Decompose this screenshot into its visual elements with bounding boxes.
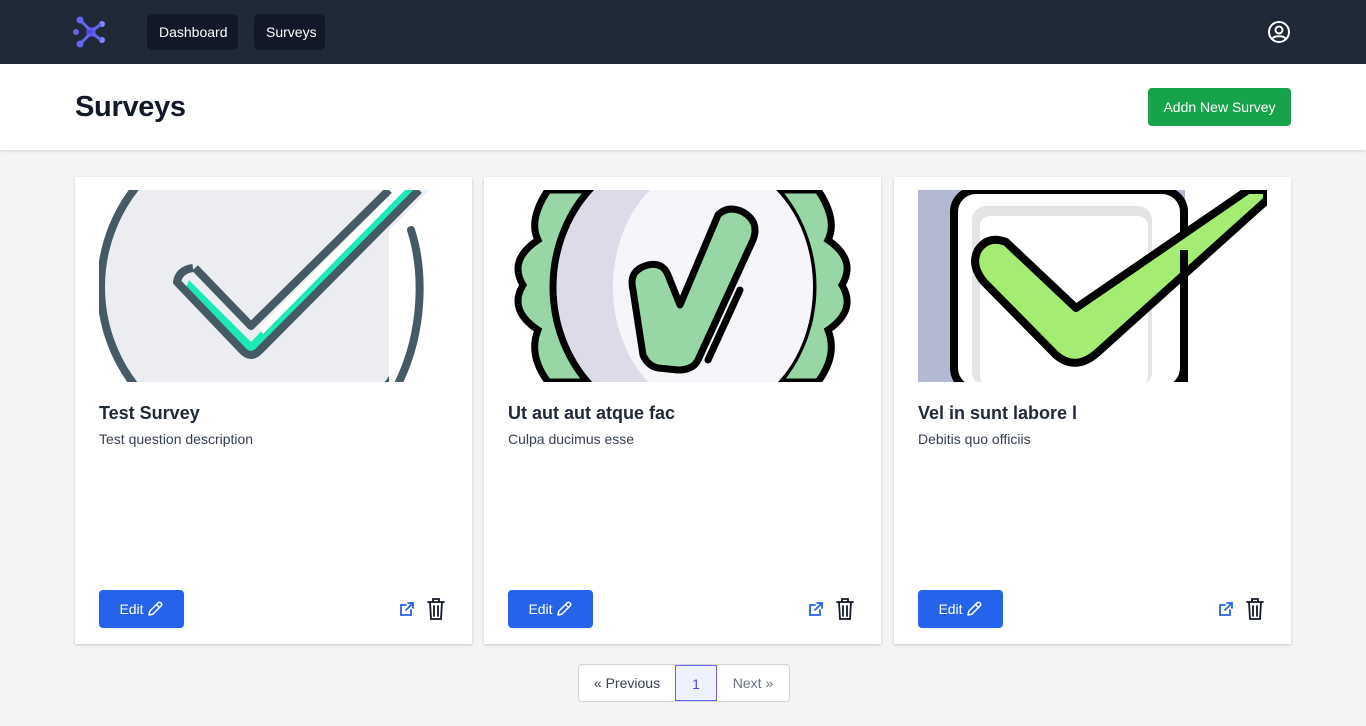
edit-button[interactable]: Edit	[99, 590, 184, 628]
edit-button[interactable]: Edit	[508, 590, 593, 628]
trash-icon[interactable]	[835, 597, 855, 621]
card-title: Vel in sunt labore l	[918, 403, 1078, 423]
nav-dashboard-link[interactable]: Dashboard	[147, 14, 238, 50]
card-title: Ut aut aut atque fac	[508, 403, 676, 423]
edit-label: Edit	[119, 601, 144, 617]
pencil-icon	[147, 601, 163, 616]
page-title: Surveys	[75, 91, 186, 123]
pagination: « Previous 1 Next »	[578, 664, 790, 702]
external-link-icon[interactable]	[399, 601, 415, 617]
survey-card: Test Survey Test question description Ed…	[75, 177, 472, 644]
pencil-icon	[556, 601, 572, 616]
next-page-button[interactable]: Next »	[717, 665, 789, 701]
checkmark-badge-icon	[508, 190, 857, 382]
external-link-icon[interactable]	[808, 601, 824, 617]
molecule-logo-icon[interactable]	[73, 15, 109, 49]
survey-card: Vel in sunt labore l Debitis quo officii…	[894, 177, 1291, 644]
edit-label: Edit	[528, 601, 553, 617]
card-description: Culpa ducimus esse	[508, 431, 635, 447]
top-navbar: Dashboard Surveys	[0, 0, 1366, 64]
edit-label: Edit	[938, 601, 963, 617]
add-new-survey-button[interactable]: Addn New Survey	[1148, 88, 1291, 126]
checkmark-circle-icon	[99, 190, 448, 382]
edit-button[interactable]: Edit	[918, 590, 1003, 628]
card-description: Debitis quo officiis	[918, 431, 1031, 447]
pencil-icon	[966, 601, 982, 616]
page-header: Surveys Addn New Survey	[0, 64, 1366, 150]
checkbox-checked-icon	[918, 190, 1267, 382]
page-number-button[interactable]: 1	[675, 665, 717, 701]
external-link-icon[interactable]	[1218, 601, 1234, 617]
card-title: Test Survey	[99, 403, 200, 423]
trash-icon[interactable]	[426, 597, 446, 621]
user-circle-icon[interactable]	[1267, 20, 1291, 44]
card-description: Test question description	[99, 431, 254, 447]
trash-icon[interactable]	[1245, 597, 1265, 621]
nav-surveys-link[interactable]: Surveys	[254, 14, 325, 50]
previous-page-button[interactable]: « Previous	[579, 665, 675, 701]
survey-card: Ut aut aut atque fac Culpa ducimus esse …	[484, 177, 881, 644]
